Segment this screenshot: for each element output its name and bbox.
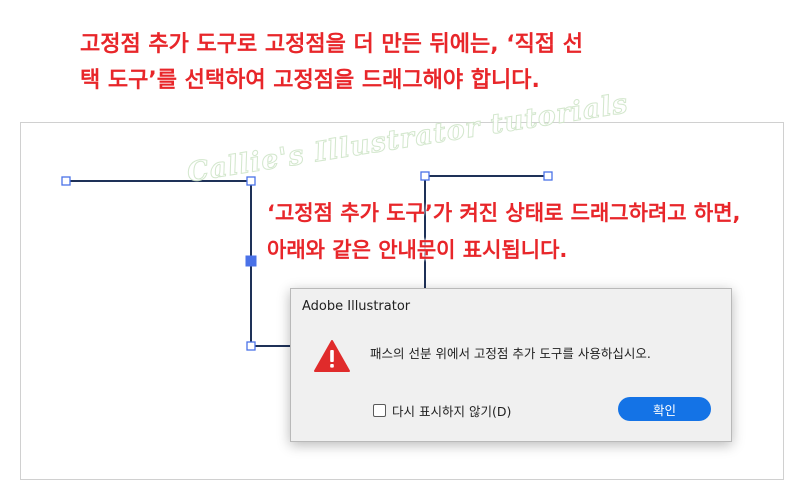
anchor-point[interactable] [246,341,256,351]
dont-show-again-checkbox[interactable] [373,404,386,417]
vector-path-left [66,180,292,347]
instruction-line-3: ‘고정점 추가 도구’가 켜진 상태로 드래그하려고 하면, [267,201,741,225]
anchor-point[interactable] [420,171,430,181]
anchor-point[interactable] [61,176,71,186]
instruction-line-4: 아래와 같은 안내문이 표시됩니다. [267,238,568,262]
warning-icon [314,340,350,372]
anchor-point-selected[interactable] [245,255,257,267]
dont-show-again-label: 다시 표시하지 않기(D) [392,404,512,419]
instruction-caption-mid: ‘고정점 추가 도구’가 켜진 상태로 드래그하려고 하면, 아래와 같은 안내… [267,195,741,269]
dialog-message: 패스의 선분 위에서 고정점 추가 도구를 사용하십시오. [370,346,651,361]
alert-dialog: Adobe Illustrator 패스의 선분 위에서 고정점 추가 도구를 … [290,288,732,442]
dialog-title: Adobe Illustrator [302,299,411,314]
dont-show-again-option[interactable]: 다시 표시하지 않기(D) [373,401,511,420]
ok-button[interactable]: 확인 [618,397,711,421]
anchor-point[interactable] [543,171,553,181]
